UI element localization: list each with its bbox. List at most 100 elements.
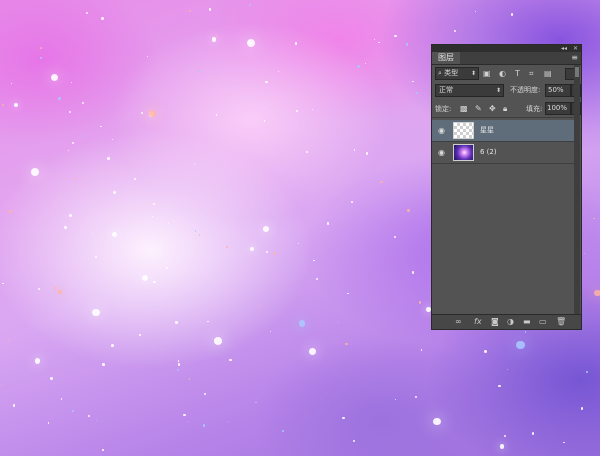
star-sparkle — [374, 39, 376, 41]
star-sparkle — [216, 114, 218, 116]
star-sparkle — [316, 278, 319, 281]
star-sparkle — [202, 424, 206, 427]
star-sparkle — [195, 230, 197, 232]
star-sparkle — [94, 255, 98, 258]
star-sparkle — [507, 368, 509, 370]
star-sparkle — [273, 252, 277, 255]
star-sparkle — [7, 340, 9, 342]
fx-icon[interactable]: fx — [474, 316, 482, 328]
star-sparkle — [265, 250, 268, 253]
star-sparkle — [57, 96, 61, 100]
tab-layers[interactable]: 图层 — [432, 52, 460, 64]
layer-name[interactable]: 6 (2) — [480, 142, 497, 163]
shape-filter-icon[interactable]: ⌗ — [529, 69, 534, 79]
image-filter-icon[interactable]: ▣ — [483, 69, 491, 78]
star-sparkle — [295, 109, 299, 113]
lock-all-icon[interactable]: 🔒︎ — [503, 104, 507, 114]
star-sparkle — [415, 91, 419, 95]
star-sparkle — [2, 282, 5, 285]
opacity-value: 50% — [548, 86, 564, 94]
visibility-eye-icon[interactable]: ◉ — [438, 126, 445, 135]
star-sparkle — [406, 209, 410, 212]
layer-name[interactable]: 星星 — [480, 120, 494, 141]
mask-icon[interactable]: ◙ — [491, 316, 499, 328]
layers-bottom-toolbar: ∞ fx ◙ ◑ ▬ ▭ 🗑︎ — [432, 314, 581, 329]
star-sparkle — [51, 74, 58, 82]
star-sparkle — [394, 34, 398, 38]
layers-list: ◉ 星星 ◉ 6 (2) — [432, 117, 575, 316]
star-sparkle — [102, 362, 105, 366]
star-sparkle — [406, 43, 409, 46]
panel-menu-icon[interactable]: ≡ — [571, 52, 578, 64]
star-sparkle — [510, 13, 514, 16]
layer-filter-dropdown[interactable]: ⌕ 类型 ⬍ — [435, 67, 479, 80]
star-sparkle — [270, 330, 272, 332]
star-sparkle — [347, 292, 349, 294]
star-sparkle — [102, 449, 104, 451]
star-sparkle — [351, 201, 354, 203]
star-sparkle — [3, 263, 5, 265]
star-sparkle — [186, 420, 189, 423]
star-sparkle — [183, 413, 186, 417]
layer-row[interactable]: ◉ 6 (2) — [432, 142, 575, 164]
close-icon[interactable]: ✕ — [573, 45, 578, 52]
lock-transparent-icon[interactable]: ▩ — [460, 104, 468, 113]
smart-object-filter-icon[interactable]: ▤ — [544, 69, 552, 78]
collapse-icon[interactable]: ◂◂ — [561, 45, 567, 52]
new-layer-icon[interactable]: ▭ — [539, 316, 547, 328]
trash-icon[interactable]: 🗑︎ — [556, 316, 566, 328]
lock-label: 锁定: — [435, 105, 452, 113]
star-sparkle — [262, 226, 269, 232]
star-sparkle — [162, 349, 164, 351]
star-sparkle — [580, 407, 584, 410]
star-sparkle — [412, 80, 414, 82]
scrollbar-thumb[interactable] — [575, 67, 579, 77]
panel-tab-row: 图层 ≡ — [432, 52, 581, 65]
chevron-down-icon: ⬍ — [470, 70, 476, 77]
star-sparkle — [13, 103, 19, 108]
star-sparkle — [91, 232, 94, 234]
scrollbar[interactable] — [574, 65, 580, 315]
star-sparkle — [298, 320, 305, 327]
star-sparkle — [342, 416, 345, 420]
lock-move-icon[interactable]: ✥ — [489, 104, 496, 113]
star-sparkle — [40, 46, 43, 49]
star-sparkle — [37, 287, 40, 290]
star-sparkle — [499, 444, 504, 449]
panel-title-bar[interactable]: ◂◂ ✕ — [432, 45, 581, 52]
star-sparkle — [498, 384, 501, 387]
star-sparkle — [84, 135, 86, 137]
opacity-input[interactable]: 50% — [545, 84, 571, 97]
fill-label: 填充: — [526, 105, 543, 113]
link-icon[interactable]: ∞ — [455, 316, 462, 328]
star-sparkle — [177, 369, 180, 372]
visibility-eye-icon[interactable]: ◉ — [438, 148, 445, 157]
lock-paint-icon[interactable]: ✎ — [475, 104, 482, 113]
star-sparkle — [255, 401, 257, 404]
star-sparkle — [152, 202, 155, 206]
text-filter-icon[interactable]: T — [515, 69, 520, 78]
star-sparkle — [68, 213, 72, 217]
star-sparkle — [311, 108, 313, 110]
star-sparkle — [147, 55, 149, 57]
star-sparkle — [365, 62, 367, 64]
star-sparkle — [101, 17, 104, 20]
star-sparkle — [9, 209, 13, 213]
adjustment-icon[interactable]: ◑ — [507, 316, 514, 328]
star-sparkle — [188, 377, 191, 380]
star-sparkle — [326, 222, 329, 225]
star-sparkle — [305, 150, 308, 153]
star-sparkle — [353, 149, 355, 151]
folder-icon[interactable]: ▬ — [523, 316, 531, 328]
star-sparkle — [516, 340, 525, 350]
star-sparkle — [294, 42, 298, 45]
star-sparkle — [152, 216, 154, 218]
fill-input[interactable]: 100% — [545, 102, 571, 115]
layer-row[interactable]: ◉ 星星 — [432, 120, 575, 142]
adjustment-filter-icon[interactable]: ◐ — [499, 69, 506, 78]
star-sparkle — [153, 280, 156, 284]
star-sparkle — [226, 246, 229, 249]
search-icon: ⌕ — [438, 69, 442, 77]
layer-thumbnail — [453, 122, 474, 139]
blend-mode-dropdown[interactable]: 正常 ⬍ — [435, 84, 504, 97]
